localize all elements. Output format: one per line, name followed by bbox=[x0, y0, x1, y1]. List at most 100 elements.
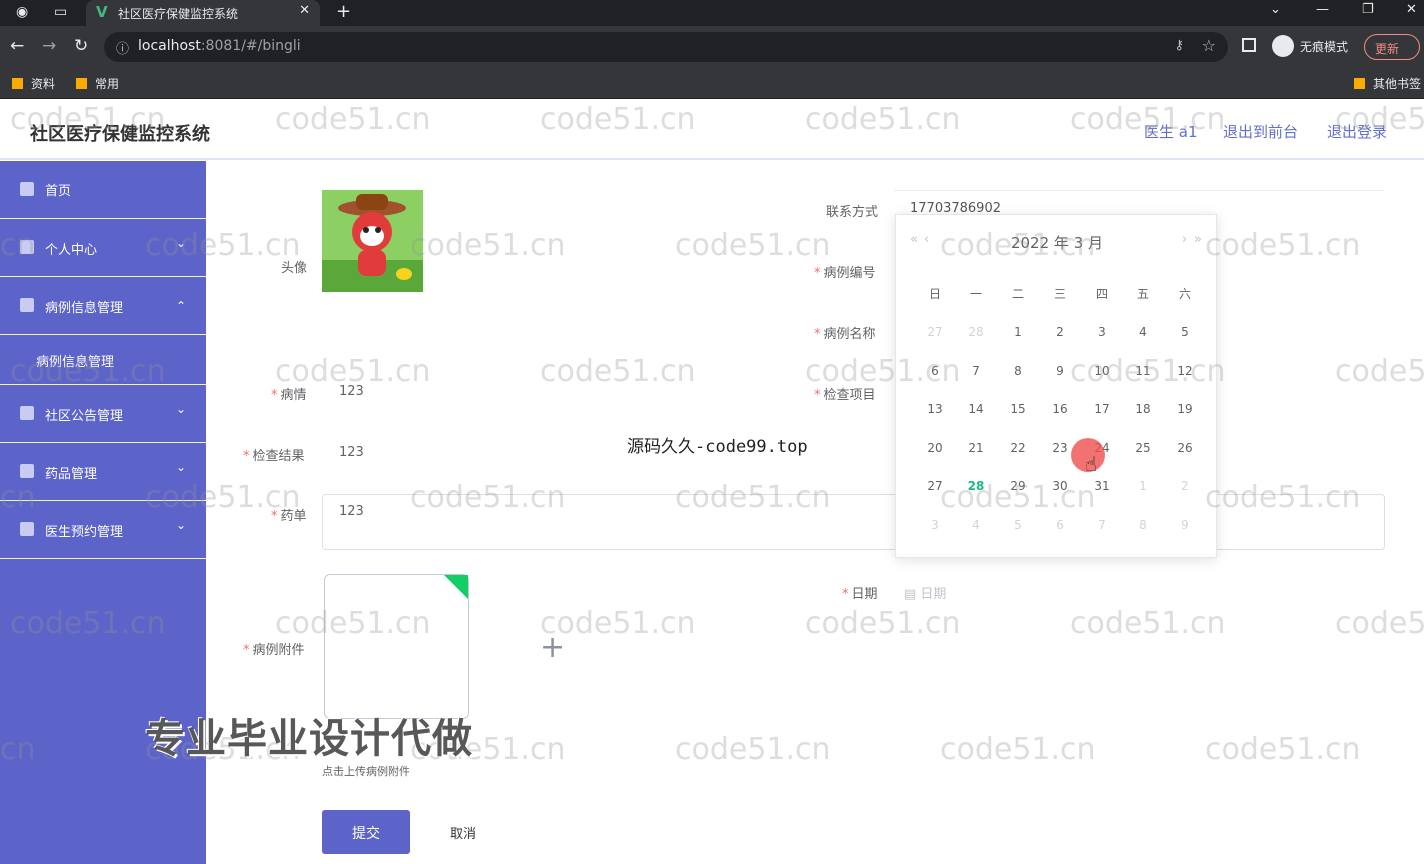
watermark-text: code51.cn bbox=[540, 606, 696, 641]
cancel-button[interactable]: 取消 bbox=[450, 823, 476, 842]
watermark-text: code51.cn bbox=[1070, 606, 1226, 641]
next-month-icon[interactable]: › bbox=[1182, 232, 1187, 247]
calendar-day[interactable]: 5 bbox=[1172, 325, 1198, 339]
calendar-day[interactable]: 3 bbox=[922, 518, 948, 532]
calendar-day[interactable]: 21 bbox=[963, 441, 989, 455]
sidebar-item-label: 医生预约管理 bbox=[45, 525, 124, 540]
calendar-day[interactable]: 4 bbox=[1130, 325, 1156, 339]
update-button[interactable]: 更新 bbox=[1364, 34, 1420, 60]
calendar-day[interactable]: 18 bbox=[1130, 402, 1156, 416]
required-mark: * bbox=[243, 643, 250, 658]
avatar-image bbox=[322, 190, 423, 292]
incognito-label: 无痕模式 bbox=[1300, 40, 1349, 54]
calendar-day[interactable]: 20 bbox=[922, 441, 948, 455]
minimize-icon[interactable]: — bbox=[1316, 2, 1329, 17]
date-input[interactable]: ▤ 日期 bbox=[904, 583, 946, 602]
calendar-day[interactable]: 26 bbox=[1172, 441, 1198, 455]
divider bbox=[894, 190, 1384, 191]
calendar-day[interactable]: 7 bbox=[963, 364, 989, 378]
sidebar-item-home[interactable]: 首页 bbox=[0, 161, 206, 219]
close-window-icon[interactable]: ✕ bbox=[1406, 2, 1417, 17]
tab-search-icon[interactable]: ⌄ bbox=[1270, 2, 1281, 17]
info-icon[interactable]: ⓘ bbox=[116, 38, 129, 57]
bookmark-folder-1[interactable]: 资料 bbox=[12, 75, 55, 92]
submit-button[interactable]: 提交 bbox=[322, 810, 410, 854]
reload-icon[interactable]: ↻ bbox=[74, 36, 88, 56]
calendar-day[interactable]: 22 bbox=[1005, 441, 1031, 455]
calendar-day[interactable]: 8 bbox=[1130, 518, 1156, 532]
folder-icon bbox=[76, 78, 87, 89]
browser-tab[interactable]: V 社区医疗保健监控系统 ✕ bbox=[86, 0, 320, 26]
forward-icon[interactable]: → bbox=[42, 36, 56, 56]
chevron-down-icon: ⌄ bbox=[175, 402, 186, 416]
sidebar-item-cases[interactable]: 病例信息管理 ⌃ bbox=[0, 277, 206, 335]
calendar-day[interactable]: 1 bbox=[1130, 479, 1156, 493]
user-icon bbox=[20, 298, 34, 312]
new-tab-icon[interactable]: + bbox=[336, 1, 351, 22]
tab-close-icon[interactable]: ✕ bbox=[299, 3, 310, 18]
back-icon[interactable]: ← bbox=[10, 36, 24, 56]
star-icon[interactable]: ☆ bbox=[1202, 36, 1216, 55]
calendar-day[interactable]: 9 bbox=[1172, 518, 1198, 532]
calendar-day[interactable]: 6 bbox=[1047, 518, 1073, 532]
calendar-day[interactable]: 5 bbox=[1005, 518, 1031, 532]
calendar-day[interactable]: 4 bbox=[963, 518, 989, 532]
watermark-text: code51.cn bbox=[10, 354, 166, 389]
calendar-day[interactable]: 27 bbox=[922, 325, 948, 339]
attachment-tip: 点击上传病例附件 bbox=[322, 765, 410, 778]
chevron-down-icon: ⌄ bbox=[175, 518, 186, 532]
address-bar[interactable]: ⓘ localhost:8081/#/bingli ⚷ ☆ bbox=[104, 32, 1228, 62]
calendar-day[interactable]: 23 bbox=[1047, 441, 1073, 455]
calendar-day[interactable]: 7 bbox=[1089, 518, 1115, 532]
watermark-text: code51.cn bbox=[275, 354, 431, 389]
watermark-text: code51.cn bbox=[0, 732, 36, 767]
watermark-text: code51.cn bbox=[1335, 606, 1424, 641]
watermark-text: code51.cn bbox=[410, 228, 566, 263]
calendar-day[interactable]: 25 bbox=[1130, 441, 1156, 455]
home-icon bbox=[20, 182, 34, 196]
watermark-text: code51.cn bbox=[675, 480, 831, 515]
sidebar-item-label: 社区公告管理 bbox=[45, 409, 124, 424]
watermark-text: code51.cn bbox=[145, 228, 301, 263]
calendar-day[interactable]: 2 bbox=[1172, 479, 1198, 493]
window-icon[interactable]: ▭ bbox=[54, 4, 67, 20]
sidebar-item-notices[interactable]: 社区公告管理 ⌄ bbox=[0, 385, 206, 443]
other-bookmarks[interactable]: 其他书签 bbox=[1354, 75, 1421, 92]
calendar-day[interactable]: 1 bbox=[1005, 325, 1031, 339]
calendar-day[interactable]: 19 bbox=[1172, 402, 1198, 416]
exam-result-label: * 检查结果 bbox=[243, 445, 305, 464]
restore-icon[interactable]: ❐ bbox=[1362, 2, 1374, 17]
promo-watermark: 专业毕业设计代做 bbox=[145, 716, 473, 762]
side-panel-icon[interactable] bbox=[1242, 38, 1256, 52]
case-name-label-text: 病例名称 bbox=[823, 327, 876, 342]
watermark-text: code51.cn bbox=[675, 228, 831, 263]
watermark-text: code51.cn bbox=[1205, 732, 1361, 767]
calendar-day[interactable]: 2 bbox=[1047, 325, 1073, 339]
folder-icon bbox=[1354, 78, 1365, 89]
calendar-day[interactable]: 17 bbox=[1089, 402, 1115, 416]
globe-icon[interactable]: ◉ bbox=[16, 4, 28, 20]
back-to-front-link[interactable]: 退出到前台 bbox=[1223, 121, 1298, 142]
calendar-day[interactable]: 28 bbox=[963, 325, 989, 339]
calendar-day[interactable]: 15 bbox=[1005, 402, 1031, 416]
calendar-day[interactable]: 8 bbox=[1005, 364, 1031, 378]
calendar-day[interactable]: 3 bbox=[1089, 325, 1115, 339]
key-icon[interactable]: ⚷ bbox=[1174, 38, 1184, 53]
next-year-icon[interactable]: » bbox=[1194, 232, 1202, 247]
exam-item-label-text: 检查项目 bbox=[823, 388, 876, 403]
sidebar-item-label: 病例信息管理 bbox=[45, 301, 124, 316]
bookmark-folder-2[interactable]: 常用 bbox=[76, 75, 119, 92]
weekday-label: 四 bbox=[1095, 287, 1108, 301]
weekday-label: 二 bbox=[1011, 287, 1024, 301]
exam-result-input[interactable]: 123 bbox=[339, 445, 364, 460]
attachment-preview[interactable] bbox=[324, 574, 469, 719]
weekday-label: 五 bbox=[1136, 287, 1149, 301]
calendar-day[interactable]: 14 bbox=[963, 402, 989, 416]
calendar-day[interactable]: 16 bbox=[1047, 402, 1073, 416]
center-watermark: 源码久久-code99.top bbox=[627, 437, 808, 457]
calendar-day[interactable]: 13 bbox=[922, 402, 948, 416]
uploaded-check-icon bbox=[444, 575, 468, 599]
watermark-text: code51.cn bbox=[540, 102, 696, 137]
incognito-icon[interactable] bbox=[1272, 35, 1294, 57]
watermark-text: code51.cn bbox=[410, 480, 566, 515]
